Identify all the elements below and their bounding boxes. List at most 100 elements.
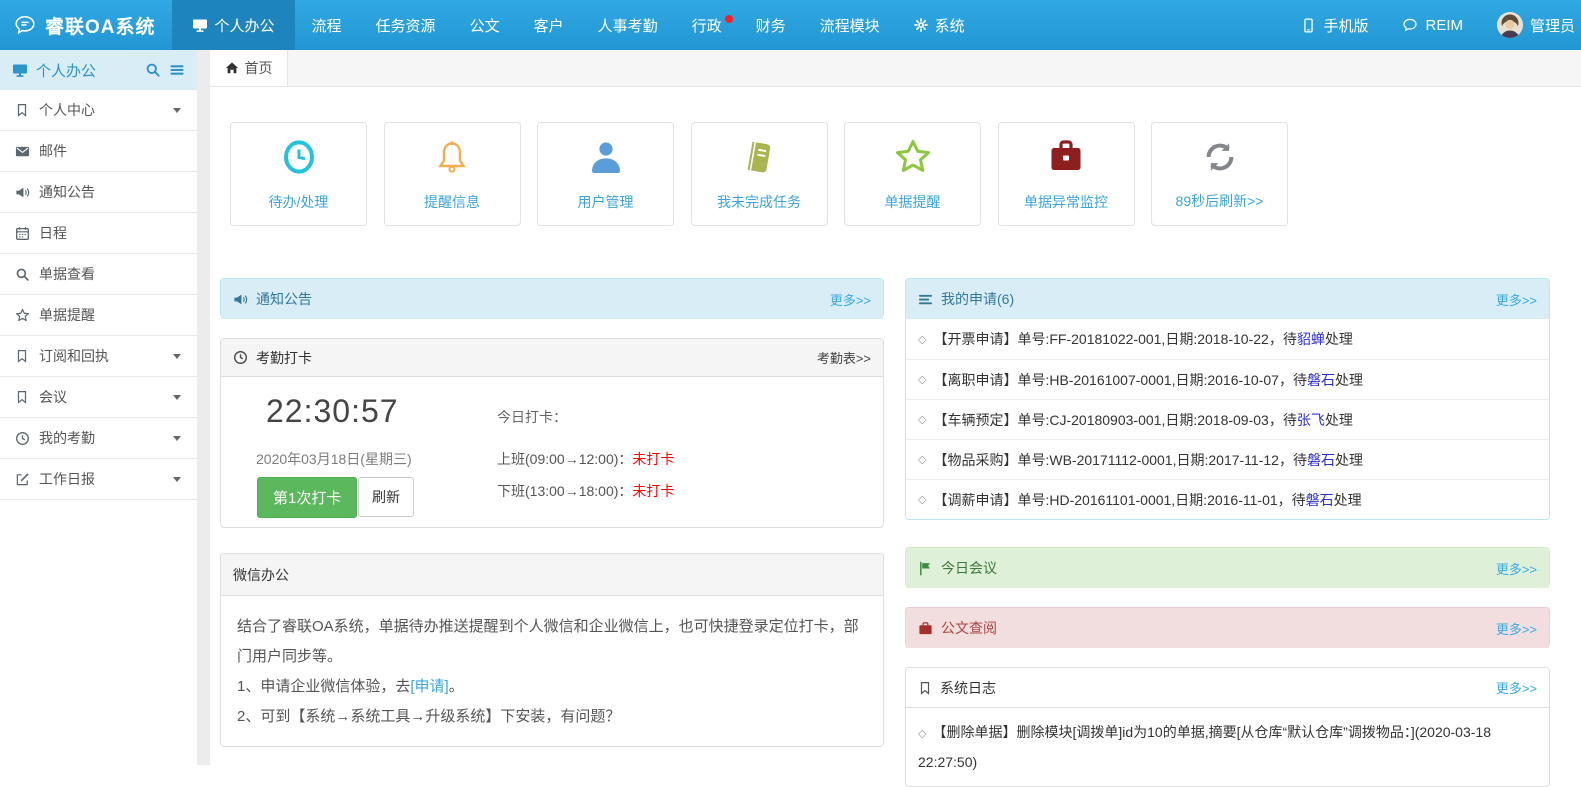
comment-bubble-icon — [14, 14, 36, 36]
my-applications-more-link[interactable]: 更多>> — [1496, 290, 1537, 309]
card-doc-monitor[interactable]: 单据异常监控 — [998, 122, 1135, 226]
application-item[interactable]: ◇ 【车辆预定】单号:CJ-20180903-001,日期:2018-09-03… — [906, 399, 1549, 439]
handler-link[interactable]: 磐石 — [1307, 450, 1335, 470]
mobile-version-button[interactable]: 手机版 — [1299, 15, 1370, 36]
diamond-bullet-icon: ◇ — [918, 333, 926, 346]
app-logo[interactable]: 睿联OA系统 — [0, 0, 172, 50]
username-label: 管理员 — [1530, 15, 1575, 36]
card-doc-reminder[interactable]: 单据提醒 — [844, 122, 981, 226]
sidebar-item-schedule[interactable]: 日程 — [0, 213, 197, 254]
sidebar: 个人办公 个人中心 邮件 通知公告 — [0, 50, 197, 765]
sidebar-item-mail[interactable]: 邮件 — [0, 131, 197, 172]
nav-item-personal-office[interactable]: 个人办公 — [172, 0, 295, 50]
application-suffix: 处理 — [1334, 490, 1362, 510]
chevron-down-icon — [173, 395, 181, 400]
sidebar-item-doc-reminder[interactable]: 单据提醒 — [0, 295, 197, 336]
tab-bar: 首页 — [210, 50, 1581, 87]
my-applications-list: ◇ 【开票申请】单号:FF-20181022-001,日期:2018-10-22… — [906, 319, 1549, 519]
right-column: 我的申请(6) 更多>> ◇ 【开票申请】单号:FF-20181022-001,… — [905, 278, 1550, 787]
sidebar-item-label: 个人中心 — [39, 100, 95, 120]
hamburger-menu-icon[interactable] — [169, 62, 185, 78]
today-meeting-more-link[interactable]: 更多>> — [1496, 559, 1537, 578]
nav-label: 系统 — [935, 15, 965, 36]
chat-icon — [1402, 17, 1418, 33]
avatar — [1497, 12, 1523, 38]
nav-item-official-doc[interactable]: 公文 — [453, 0, 517, 50]
search-icon[interactable] — [145, 62, 161, 78]
sidebar-item-personal-center[interactable]: 个人中心 — [0, 90, 197, 131]
notice-more-link[interactable]: 更多>> — [830, 290, 871, 309]
phone-icon — [1301, 18, 1316, 33]
nav-item-process[interactable]: 流程 — [295, 0, 359, 50]
user-menu[interactable]: 管理员 — [1495, 12, 1577, 38]
card-user-management[interactable]: 用户管理 — [537, 122, 674, 226]
nav-label: 流程模块 — [820, 15, 880, 36]
system-log-more-link[interactable]: 更多>> — [1496, 678, 1537, 697]
card-unfinished-tasks[interactable]: 我未完成任务 — [691, 122, 828, 226]
tab-home[interactable]: 首页 — [210, 50, 288, 86]
refresh-button[interactable]: 刷新 — [358, 477, 414, 517]
refresh-icon — [1201, 138, 1239, 176]
application-prefix: 【物品采购】单号:WB-20171112-0001,日期:2017-11-12，… — [933, 450, 1306, 470]
monitor-icon — [192, 17, 208, 33]
application-item[interactable]: ◇ 【开票申请】单号:FF-20181022-001,日期:2018-10-22… — [906, 319, 1549, 359]
application-prefix: 【开票申请】单号:FF-20181022-001,日期:2018-10-22，待 — [933, 329, 1296, 349]
system-log-entry[interactable]: ◇【删除单据】删除模块[调拨单]id为10的单据,摘要[从仓库“默认仓库”调拨物… — [906, 708, 1549, 786]
top-navbar: 睿联OA系统 个人办公 流程 任务资源 公文 客户 人事考勤 行政 财务 流程模… — [0, 0, 1581, 50]
nav-item-hr-attendance[interactable]: 人事考勤 — [581, 0, 675, 50]
notice-panel-header: 通知公告 更多>> — [221, 279, 883, 319]
bookmark-icon — [14, 103, 30, 117]
sidebar-item-subscriptions[interactable]: 订阅和回执 — [0, 336, 197, 377]
attendance-title: 考勤打卡 — [256, 348, 312, 368]
punch-in-button[interactable]: 第1次打卡 — [257, 477, 357, 518]
sidebar-item-work-report[interactable]: 工作日报 — [0, 459, 197, 500]
chevron-down-icon — [173, 477, 181, 482]
handler-link[interactable]: 磐石 — [1307, 370, 1335, 390]
document-review-more-link[interactable]: 更多>> — [1496, 619, 1537, 638]
sidebar-item-notice[interactable]: 通知公告 — [0, 172, 197, 213]
reim-button[interactable]: REIM — [1400, 17, 1465, 34]
my-applications-title: 我的申请(6) — [941, 289, 1014, 309]
system-log-title: 系统日志 — [940, 678, 996, 698]
nav-label: 个人办公 — [215, 15, 275, 36]
sidebar-item-label: 通知公告 — [39, 182, 95, 202]
sidebar-item-label: 邮件 — [39, 141, 67, 161]
sidebar-item-doc-view[interactable]: 单据查看 — [0, 254, 197, 295]
flag-icon — [918, 561, 933, 576]
application-item[interactable]: ◇ 【离职申请】单号:HB-20161007-0001,日期:2016-10-0… — [906, 359, 1549, 399]
card-reminders[interactable]: 提醒信息 — [384, 122, 521, 226]
handler-link[interactable]: 张飞 — [1297, 410, 1325, 430]
bell-icon — [432, 137, 472, 177]
clock-icon — [279, 137, 319, 177]
main-area: 首页 待办/处理 提醒信息 — [210, 50, 1581, 765]
apply-link[interactable]: [申请] — [410, 678, 448, 695]
bookmark-icon — [14, 390, 30, 404]
attendance-panel: 考勤打卡 考勤表>> 22:30:57 2020年03月18日(星期三) 第1次… — [220, 338, 884, 528]
my-applications-header: 我的申请(6) 更多>> — [906, 279, 1549, 319]
application-item[interactable]: ◇ 【调薪申请】单号:HD-20161101-0001,日期:2016-11-0… — [906, 479, 1549, 519]
card-refresh-countdown[interactable]: 89秒后刷新>> — [1151, 122, 1288, 226]
wechat-intro: 结合了睿联OA系统，单据待办推送提醒到个人微信和企业微信上，也可快捷登录定位打卡… — [237, 612, 867, 672]
handler-link[interactable]: 貂蝉 — [1297, 329, 1325, 349]
search-icon — [14, 267, 30, 282]
nav-item-finance[interactable]: 财务 — [739, 0, 803, 50]
notice-title: 通知公告 — [256, 289, 312, 309]
application-item[interactable]: ◇ 【物品采购】单号:WB-20171112-0001,日期:2017-11-1… — [906, 439, 1549, 479]
nav-item-process-module[interactable]: 流程模块 — [803, 0, 897, 50]
sidebar-item-meeting[interactable]: 会议 — [0, 377, 197, 418]
nav-item-customer[interactable]: 客户 — [517, 0, 581, 50]
nav-item-task-resource[interactable]: 任务资源 — [359, 0, 453, 50]
diamond-bullet-icon: ◇ — [918, 373, 926, 386]
chevron-down-icon — [173, 436, 181, 441]
wechat-body: 结合了睿联OA系统，单据待办推送提醒到个人微信和企业微信上，也可快捷登录定位打卡… — [221, 596, 883, 746]
handler-link[interactable]: 磐石 — [1306, 490, 1334, 510]
attendance-sheet-link[interactable]: 考勤表>> — [817, 348, 871, 367]
card-todo[interactable]: 待办/处理 — [230, 122, 367, 226]
nav-item-administration[interactable]: 行政 — [675, 0, 739, 50]
sidebar-item-label: 单据查看 — [39, 264, 95, 284]
mobile-version-label: 手机版 — [1323, 15, 1368, 36]
nav-label: 人事考勤 — [598, 15, 658, 36]
clock-icon — [233, 350, 248, 365]
sidebar-item-my-attendance[interactable]: 我的考勤 — [0, 418, 197, 459]
nav-item-system[interactable]: 系统 — [897, 0, 982, 50]
